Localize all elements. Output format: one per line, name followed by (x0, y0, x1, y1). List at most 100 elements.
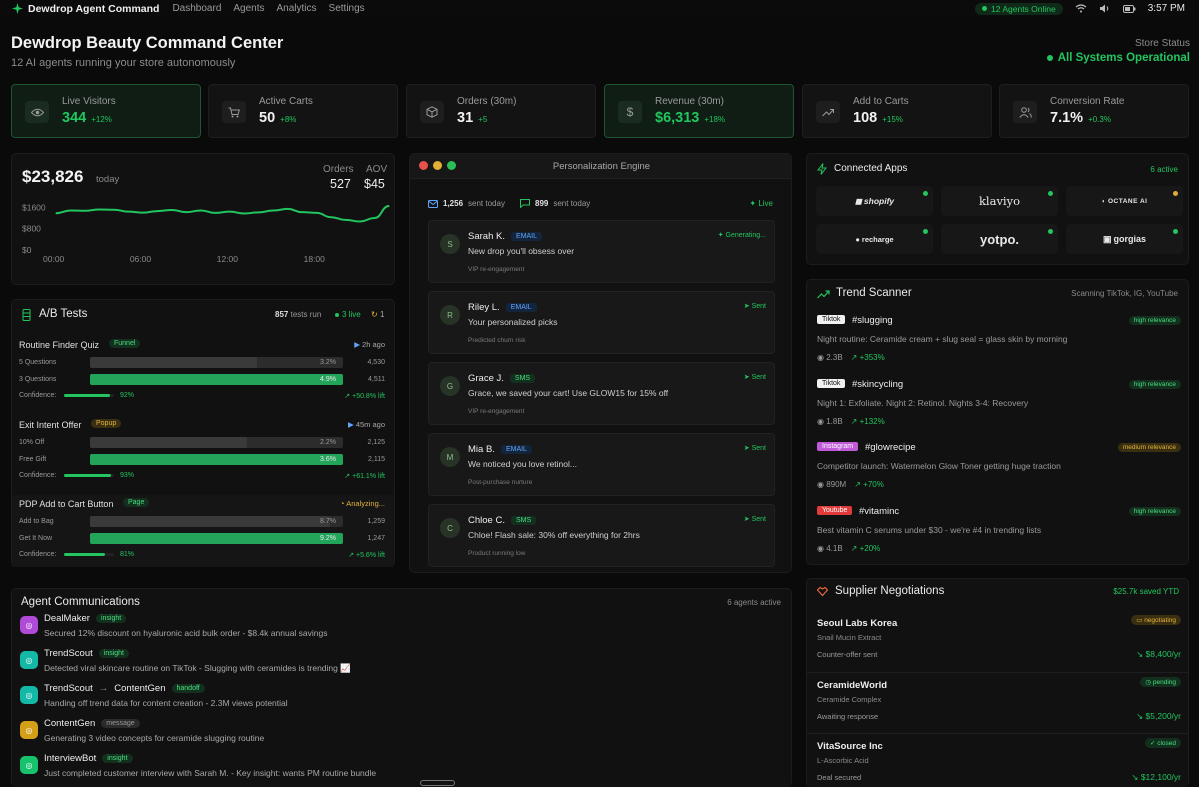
message-card[interactable]: G Grace J. SMS Grace, we saved your cart! U… (428, 362, 775, 425)
battery-icon[interactable] (1122, 4, 1136, 13)
app-logo-icon: ▣ (1102, 233, 1112, 244)
variant-label: Free Gift (19, 456, 47, 463)
stat-number: 344 (62, 110, 87, 126)
variant-rate: 8.7% (320, 518, 336, 525)
ab-test-item[interactable]: PDP Add to Cart Button Page ◔ Analyzing...… (12, 495, 394, 567)
ab-test-type-badge: Funnel (109, 339, 141, 348)
nav-analytics[interactable]: Analytics (277, 3, 317, 14)
sparkle-icon: ✦ (749, 199, 757, 208)
supplier-item[interactable]: CeramideWorld Ceramide Complex Awaiting re… (807, 672, 1188, 730)
app-tile-yotpo[interactable]: yotpo. (941, 224, 1058, 254)
agents-online-badge[interactable]: 12 Agents Online (975, 2, 1063, 15)
message-card[interactable]: S Sarah K. EMAIL New drop you'll obsess ove… (428, 220, 775, 283)
ab-tests-panel: A/B Tests 857 tests run 3 live ↻ 1 Routi… (11, 299, 395, 567)
trend-item[interactable]: Tiktok #slugging high relevance Night routi… (807, 312, 1189, 372)
app-name: shopify (863, 196, 895, 206)
message-status: ➤ Sent (744, 444, 766, 452)
data-point (388, 205, 390, 207)
message-status-text: Sent (751, 303, 766, 310)
supplier-savings: $25.7k saved YTD (1113, 587, 1179, 596)
supplier-badge-text: closed (1157, 740, 1176, 747)
message-text: Chloe! Flash sale: 30% off everything fo… (468, 530, 640, 540)
supplier-status: Counter-offer sent (817, 650, 878, 659)
data-point (258, 211, 260, 213)
supplier-item[interactable]: Seoul Labs Korea Snail Mucin Extract Count… (807, 611, 1188, 669)
data-point (84, 210, 86, 212)
supplier-value-text: $8,400/yr (1145, 649, 1181, 659)
communication-item[interactable]: ◎ ContentGen message Generating 3 video con… (12, 718, 791, 750)
trend-down-icon: ↘ (1131, 772, 1141, 782)
data-point (142, 212, 144, 214)
message-card[interactable]: C Chloe C. SMS Chloe! Flash sale: 30% off e… (428, 504, 775, 567)
app-tile-octaneai[interactable]: ◗ OCTANE AI (1066, 186, 1183, 216)
supplier-item[interactable]: VitaSource Inc L-Ascorbic Acid Deal secure… (807, 733, 1188, 787)
lift-text: +50.8% lift (352, 393, 385, 400)
variant-rate: 9.2% (320, 535, 336, 542)
communication-item[interactable]: ◎ TrendScout insight Detected viral skincar… (12, 648, 791, 680)
app-tile-gorgias[interactable]: ▣ gorgias (1066, 224, 1183, 254)
store-status-label: Store Status (1134, 38, 1190, 49)
ab-test-status-text: 2h ago (362, 340, 385, 349)
sms-counter: 899 sent today (520, 199, 590, 208)
connected-apps-panel: Connected Apps 6 active ◼ shopify klaviyo… (806, 153, 1189, 265)
trend-item[interactable]: Instagram #glowrecipe medium relevance Comp… (807, 439, 1189, 499)
nav-agents[interactable]: Agents (233, 3, 264, 14)
stat-conversion-rate[interactable]: Conversion Rate 7.1% +0.3% (999, 84, 1189, 138)
supplier-product: L-Ascorbic Acid (817, 756, 869, 765)
confidence-fill (64, 394, 110, 397)
supplier-status-badge: ◷ pending (1140, 677, 1181, 687)
supplier-badge-text: negotiating (1144, 617, 1176, 624)
recipient-row: Riley L. EMAIL (468, 302, 537, 313)
stat-active-carts[interactable]: Active Carts 50 +8% (208, 84, 398, 138)
communication-item[interactable]: ◎ TrendScout → ContentGen handoff Handing off… (12, 683, 791, 715)
stat-revenue[interactable]: $ Revenue (30m) $6,313 +18% (604, 84, 794, 138)
ab-test-item[interactable]: Exit Intent Offer Popup ▶ 45m ago 10% Off 2.… (12, 416, 394, 488)
stat-live-visitors[interactable]: Live Visitors 344 +12% (11, 84, 201, 138)
orders-label: Orders (323, 164, 354, 175)
scroll-handle[interactable] (420, 780, 455, 786)
supplier-product: Snail Mucin Extract (817, 633, 882, 642)
trend-views: 4.1B (826, 543, 843, 553)
volume-icon[interactable] (1099, 4, 1111, 13)
variant-rate: 3.2% (320, 359, 336, 366)
recipient-name: Grace J. (468, 373, 504, 384)
app-tile-shopify[interactable]: ◼ shopify (816, 186, 933, 216)
data-point (344, 219, 347, 221)
nav-dashboard[interactable]: Dashboard (172, 3, 221, 14)
stat-orders[interactable]: Orders (30m) 31 +5 (406, 84, 596, 138)
stat-change: +0.3% (1088, 115, 1111, 124)
status-icon: ◷ (1145, 679, 1153, 686)
agent-communications-title: Agent Communications (21, 596, 140, 608)
brand[interactable]: Dewdrop Agent Command (12, 3, 159, 15)
communication-item[interactable]: ◎ DealMaker insight Secured 12% discount on… (12, 613, 791, 645)
app-tile-klaviyo[interactable]: klaviyo (941, 186, 1058, 216)
trend-item[interactable]: Tiktok #skincycling high relevance Night 1:… (807, 376, 1189, 436)
agent-communications-panel: Agent Communications 6 agents active ◎ De… (11, 588, 792, 787)
avatar: S (440, 234, 460, 254)
app-name: recharge (861, 234, 894, 244)
brand-name: Dewdrop Agent Command (28, 2, 160, 15)
agent-name: TrendScout (44, 683, 93, 694)
wifi-icon[interactable] (1075, 4, 1087, 13)
communication-item[interactable]: ◎ InterviewBot insight Just completed custo… (12, 753, 791, 785)
recipient-row: Sarah K. EMAIL (468, 231, 542, 242)
segment-label: VIP re-engagement (468, 266, 525, 273)
stat-value: 108 +15% (853, 110, 903, 126)
trend-scanner-sources: Scanning TikTok, IG, YouTube (1071, 289, 1178, 298)
tests-run: 857 tests run (275, 310, 321, 319)
variant-label: 5 Questions (19, 359, 57, 366)
nav-settings[interactable]: Settings (329, 3, 365, 14)
ab-test-item[interactable]: Routine Finder Quiz Funnel ▶ 2h ago 5 Quest… (12, 336, 394, 408)
data-point (359, 220, 361, 223)
trend-item[interactable]: Youtube #vitaminc high relevance Best vitam… (807, 503, 1189, 563)
avatar: R (440, 305, 460, 325)
confidence-label: Confidence: (19, 392, 57, 399)
system-status-text: All Systems Operational (1057, 52, 1190, 64)
message-card[interactable]: R Riley L. EMAIL Your personalized picks Pre… (428, 291, 775, 354)
email-counter: 1,256 sent today (428, 199, 505, 208)
stat-add-to-carts[interactable]: Add to Carts 108 +15% (802, 84, 992, 138)
message-card[interactable]: M Mia B. EMAIL We noticed you love retinol.… (428, 433, 775, 496)
channel-badge: EMAIL (500, 445, 532, 454)
message-status-text: Generating... (725, 232, 766, 239)
app-tile-recharge[interactable]: ● recharge (816, 224, 933, 254)
